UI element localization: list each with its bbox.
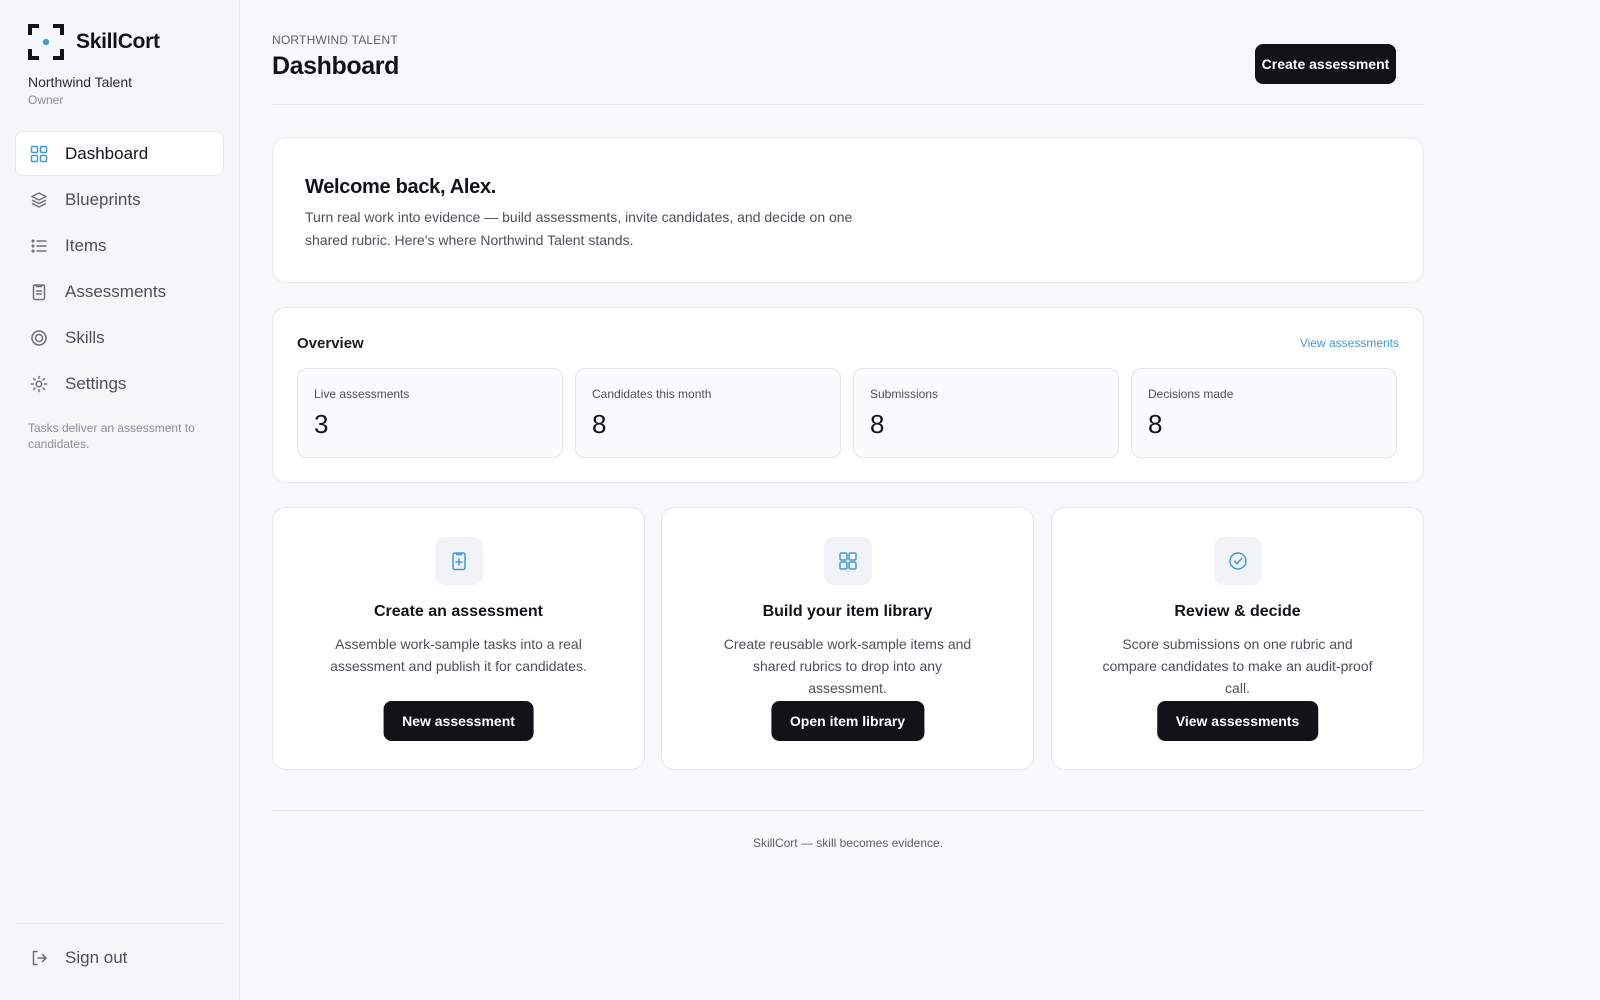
sidebar-item-items[interactable]: Items xyxy=(15,223,224,268)
layers-icon xyxy=(29,190,49,210)
stat-value: 3 xyxy=(314,409,329,439)
action-title: Review & decide xyxy=(1174,603,1301,620)
stat-card: Candidates this month 8 xyxy=(575,368,841,458)
stat-label: Decisions made xyxy=(1148,387,1234,401)
sign-out-button[interactable]: Sign out xyxy=(15,935,224,980)
brand[interactable]: SkillCort xyxy=(28,24,160,60)
action-body: Assemble work-sample tasks into a real a… xyxy=(330,636,587,674)
review-decide-card: Review & decide Score submissions on one… xyxy=(1051,507,1424,770)
sidebar-item-settings[interactable]: Settings xyxy=(15,361,224,406)
footer-divider xyxy=(272,810,1424,811)
stat-label: Submissions xyxy=(870,387,939,401)
stat-label: Live assessments xyxy=(314,387,410,401)
new-assessment-button[interactable]: New assessment xyxy=(383,701,534,741)
org-role: Owner xyxy=(28,93,64,107)
sidebar: SkillCort Northwind Talent Owner Dashboa… xyxy=(0,0,240,1000)
check-circle-icon xyxy=(1213,537,1262,585)
action-body: Score submissions on one rubric and comp… xyxy=(1102,636,1373,696)
stat-value: 8 xyxy=(870,409,885,439)
sidebar-item-blueprints[interactable]: Blueprints xyxy=(15,177,224,222)
org-name: Northwind Talent xyxy=(28,74,133,90)
sidebar-nav: Dashboard Blueprints Items Assessments S… xyxy=(15,131,224,407)
view-assessments-button[interactable]: View assessments xyxy=(1156,701,1319,741)
overview-title: Overview xyxy=(297,335,364,352)
sidebar-item-label: Settings xyxy=(65,373,127,393)
stats-row: Live assessments 3 Candidates this month… xyxy=(297,368,1397,458)
clipboard-plus-icon xyxy=(434,537,483,585)
focus-frame-logo-icon xyxy=(28,24,64,60)
stat-value: 8 xyxy=(1148,409,1163,439)
stat-label: Candidates this month xyxy=(592,387,712,401)
sidebar-item-label: Items xyxy=(65,235,107,255)
page-title: Dashboard xyxy=(272,52,399,80)
brand-name: SkillCort xyxy=(76,30,160,53)
action-body: Create reusable work-sample items and sh… xyxy=(723,636,972,696)
welcome-body: Turn real work into evidence — build ass… xyxy=(305,209,853,248)
sidebar-item-assessments[interactable]: Assessments xyxy=(15,269,224,314)
sidebar-item-label: Assessments xyxy=(65,281,167,301)
target-icon xyxy=(29,328,49,348)
create-assessment-button[interactable]: Create assessment xyxy=(1255,44,1396,84)
list-icon xyxy=(29,236,49,256)
breadcrumb: NORTHWIND TALENT xyxy=(272,33,398,47)
action-title: Create an assessment xyxy=(374,603,543,620)
sidebar-item-label: Blueprints xyxy=(65,189,141,209)
sidebar-note: Tasks deliver an assessment to candidate… xyxy=(28,421,195,451)
clipboard-icon xyxy=(29,282,49,302)
create-assessment-card: Create an assessment Assemble work-sampl… xyxy=(272,507,645,770)
grid-icon xyxy=(29,144,49,164)
overview-card: Overview View assessments Live assessmen… xyxy=(272,307,1424,483)
sidebar-item-label: Dashboard xyxy=(65,143,149,163)
stat-card: Decisions made 8 xyxy=(1131,368,1397,458)
sidebar-item-dashboard[interactable]: Dashboard xyxy=(15,131,224,176)
grid-icon xyxy=(823,537,872,585)
welcome-title: Welcome back, Alex. xyxy=(305,176,497,198)
item-library-card: Build your item library Create reusable … xyxy=(661,507,1034,770)
signout-container: Sign out xyxy=(15,935,224,981)
footer-tagline: SkillCort — skill becomes evidence. xyxy=(752,836,944,850)
view-assessments-link[interactable]: View assessments xyxy=(1300,336,1399,350)
header-divider xyxy=(272,104,1424,105)
sun-gear-icon xyxy=(29,374,49,394)
stat-card: Live assessments 3 xyxy=(297,368,563,458)
sign-out-label: Sign out xyxy=(65,947,128,967)
stat-card: Submissions 8 xyxy=(853,368,1119,458)
welcome-card: Welcome back, Alex. Turn real work into … xyxy=(272,137,1424,283)
sidebar-divider xyxy=(16,923,223,924)
stat-value: 8 xyxy=(592,409,607,439)
action-title: Build your item library xyxy=(762,603,933,620)
sidebar-item-skills[interactable]: Skills xyxy=(15,315,224,360)
open-item-library-button[interactable]: Open item library xyxy=(770,701,925,741)
sign-out-icon xyxy=(29,948,49,968)
sidebar-item-label: Skills xyxy=(65,327,105,347)
